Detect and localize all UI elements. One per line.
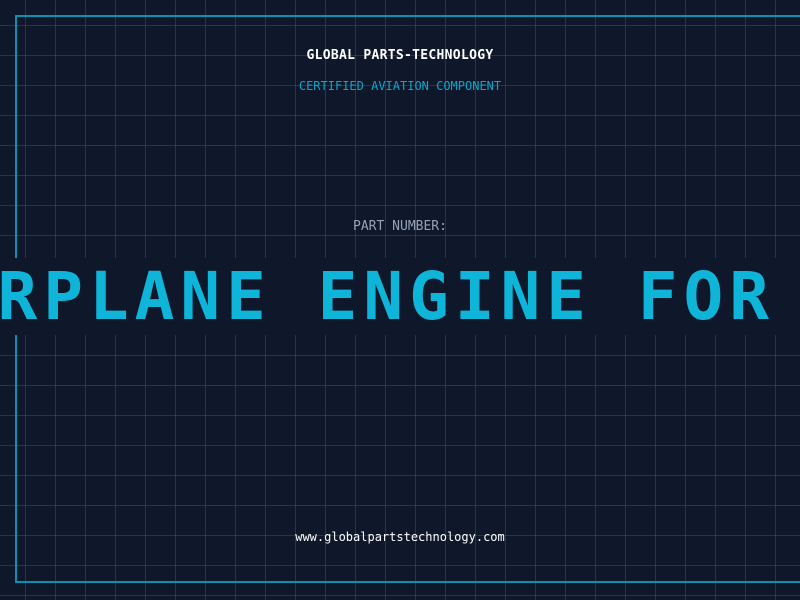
- part-number-label: PART NUMBER:: [353, 219, 447, 234]
- component-subtitle: CERTIFIED AVIATION COMPONENT: [298, 79, 502, 93]
- website-url[interactable]: www.globalpartstechnology.com: [0, 530, 800, 544]
- ad-canvas: GLOBAL PARTS-TECHNOLOGY CERTIFIED AVIATI…: [0, 0, 800, 600]
- part-number-ticker: AIRPLANE ENGINE FOR SALE: [0, 258, 800, 335]
- part-number-banner: AIRPLANE ENGINE FOR SALE: [0, 258, 800, 335]
- company-name: GLOBAL PARTS-TECHNOLOGY: [306, 48, 494, 63]
